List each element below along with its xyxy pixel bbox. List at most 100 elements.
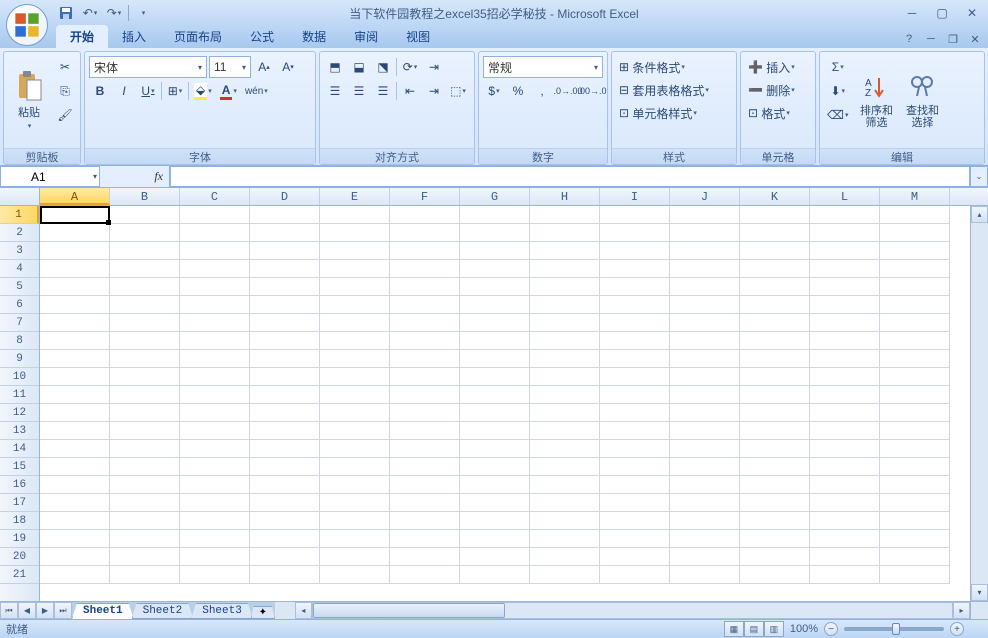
- fill-button[interactable]: ⬇▾: [824, 80, 851, 102]
- column-header[interactable]: K: [740, 188, 810, 205]
- bold-button[interactable]: B: [89, 80, 111, 102]
- decrease-indent-button[interactable]: ⇤: [399, 80, 421, 102]
- font-name-combo[interactable]: 宋体▾: [89, 56, 207, 78]
- cell[interactable]: [880, 440, 950, 458]
- cell[interactable]: [600, 494, 670, 512]
- row-header[interactable]: 18: [0, 512, 39, 530]
- cell[interactable]: [390, 314, 460, 332]
- cell[interactable]: [600, 458, 670, 476]
- cell[interactable]: [740, 404, 810, 422]
- cell[interactable]: [40, 530, 110, 548]
- zoom-slider-thumb[interactable]: [892, 623, 900, 635]
- cell[interactable]: [110, 422, 180, 440]
- cell[interactable]: [530, 368, 600, 386]
- sheet-tab[interactable]: Sheet3: [191, 603, 253, 619]
- cell[interactable]: [530, 296, 600, 314]
- cell[interactable]: [390, 422, 460, 440]
- cell[interactable]: [740, 224, 810, 242]
- cell[interactable]: [740, 440, 810, 458]
- cell[interactable]: [180, 278, 250, 296]
- row-header[interactable]: 17: [0, 494, 39, 512]
- cell[interactable]: [250, 422, 320, 440]
- cell[interactable]: [460, 512, 530, 530]
- cell[interactable]: [670, 476, 740, 494]
- cell[interactable]: [180, 458, 250, 476]
- cell[interactable]: [810, 494, 880, 512]
- cell[interactable]: [180, 296, 250, 314]
- cell[interactable]: [180, 260, 250, 278]
- cell[interactable]: [110, 206, 180, 224]
- cell[interactable]: [40, 512, 110, 530]
- cell[interactable]: [180, 530, 250, 548]
- cell[interactable]: [390, 386, 460, 404]
- zoom-slider[interactable]: [844, 627, 944, 631]
- cell[interactable]: [320, 368, 390, 386]
- cell[interactable]: [180, 224, 250, 242]
- cell[interactable]: [740, 332, 810, 350]
- cell[interactable]: [670, 332, 740, 350]
- cell[interactable]: [460, 314, 530, 332]
- cell[interactable]: [110, 512, 180, 530]
- cell[interactable]: [390, 206, 460, 224]
- cell[interactable]: [180, 476, 250, 494]
- cell[interactable]: [40, 224, 110, 242]
- cell[interactable]: [460, 368, 530, 386]
- vertical-scrollbar[interactable]: ▴ ▾: [970, 206, 988, 601]
- cell[interactable]: [390, 548, 460, 566]
- font-size-combo[interactable]: 11▾: [209, 56, 251, 78]
- cell[interactable]: [320, 278, 390, 296]
- cell[interactable]: [110, 476, 180, 494]
- column-header[interactable]: L: [810, 188, 880, 205]
- cell[interactable]: [180, 332, 250, 350]
- cell[interactable]: [180, 440, 250, 458]
- cell[interactable]: [180, 350, 250, 368]
- cell[interactable]: [600, 566, 670, 584]
- cell[interactable]: [460, 422, 530, 440]
- cell[interactable]: [460, 530, 530, 548]
- cell[interactable]: [880, 296, 950, 314]
- cell[interactable]: [320, 530, 390, 548]
- format-cells-button[interactable]: ⊡ 格式▾: [745, 102, 811, 124]
- maximize-button[interactable]: ▢: [932, 4, 952, 22]
- cell[interactable]: [670, 350, 740, 368]
- save-button[interactable]: [56, 3, 76, 23]
- cell[interactable]: [40, 206, 110, 224]
- sheet-tab[interactable]: Sheet1: [72, 603, 134, 619]
- cell[interactable]: [600, 332, 670, 350]
- sheet-nav-last[interactable]: ⏭: [54, 602, 72, 619]
- cell[interactable]: [250, 368, 320, 386]
- cell[interactable]: [810, 314, 880, 332]
- cell[interactable]: [180, 422, 250, 440]
- cell[interactable]: [180, 386, 250, 404]
- row-header[interactable]: 20: [0, 548, 39, 566]
- cell[interactable]: [530, 260, 600, 278]
- cell[interactable]: [40, 350, 110, 368]
- cell[interactable]: [530, 278, 600, 296]
- cell[interactable]: [250, 278, 320, 296]
- cell[interactable]: [320, 440, 390, 458]
- page-break-view-button[interactable]: ▥: [764, 621, 784, 637]
- cell[interactable]: [740, 530, 810, 548]
- cell[interactable]: [250, 458, 320, 476]
- cell[interactable]: [250, 242, 320, 260]
- doc-minimize-button[interactable]: ─: [924, 32, 938, 46]
- cell[interactable]: [880, 494, 950, 512]
- cell[interactable]: [320, 332, 390, 350]
- decrease-decimal-button[interactable]: .00→.0: [581, 80, 603, 102]
- cell[interactable]: [110, 404, 180, 422]
- cell[interactable]: [740, 548, 810, 566]
- underline-button[interactable]: U▾: [137, 80, 159, 102]
- cell[interactable]: [180, 242, 250, 260]
- cell[interactable]: [460, 242, 530, 260]
- cell[interactable]: [600, 512, 670, 530]
- cell[interactable]: [110, 566, 180, 584]
- cell[interactable]: [810, 422, 880, 440]
- phonetic-button[interactable]: wén▾: [242, 80, 271, 102]
- cell[interactable]: [810, 224, 880, 242]
- cell[interactable]: [810, 386, 880, 404]
- cell[interactable]: [530, 512, 600, 530]
- italic-button[interactable]: I: [113, 80, 135, 102]
- cell[interactable]: [880, 260, 950, 278]
- cell[interactable]: [250, 224, 320, 242]
- cell[interactable]: [880, 206, 950, 224]
